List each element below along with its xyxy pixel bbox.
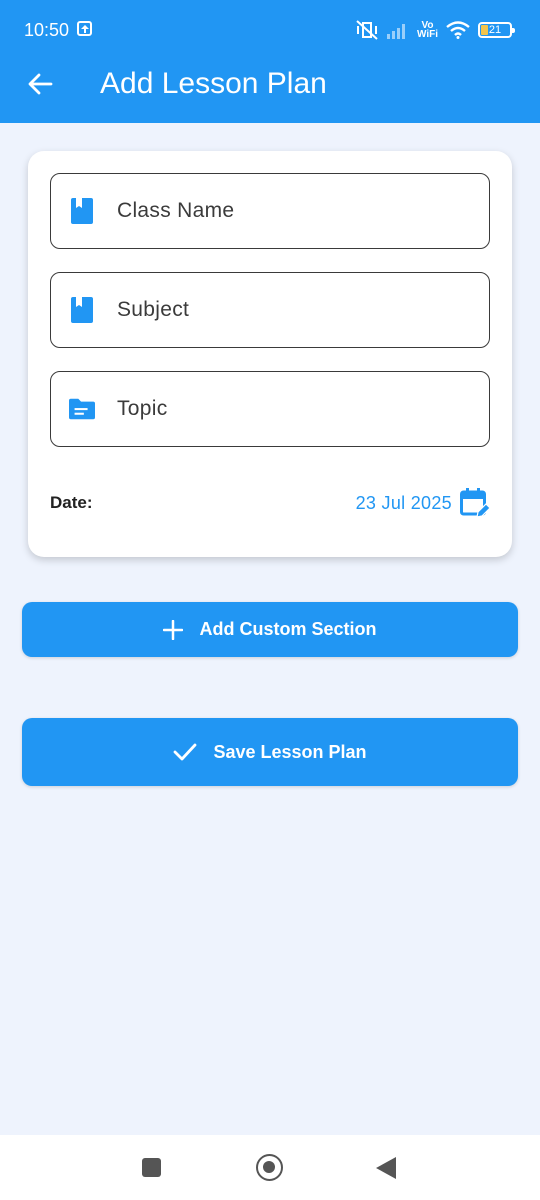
mute-vibrate-icon — [356, 20, 378, 40]
upload-notification-icon — [77, 21, 92, 36]
subject-input[interactable] — [117, 298, 457, 322]
book-icon — [69, 198, 95, 224]
save-lesson-plan-label: Save Lesson Plan — [213, 741, 367, 762]
wifi-icon — [446, 21, 470, 39]
status-bar: 10:50 Vo WiFi 21 — [0, 0, 540, 60]
vowifi-line2: WiFi — [416, 29, 438, 40]
app-bar: 10:50 Vo WiFi 21 Add Lesson Plan — [0, 0, 540, 123]
topic-field[interactable] — [50, 371, 490, 447]
add-custom-section-button[interactable]: Add Custom Section — [22, 602, 518, 657]
page-title: Add Lesson Plan — [100, 67, 327, 100]
class-name-input[interactable] — [117, 199, 457, 223]
calendar-edit-icon[interactable] — [460, 487, 491, 519]
status-icons: Vo WiFi 21 — [355, 18, 515, 42]
class-name-field[interactable] — [50, 173, 490, 249]
date-value[interactable]: 23 Jul 2025 — [356, 493, 452, 514]
battery-indicator: 21 — [478, 22, 515, 38]
lesson-form-card: Date: 23 Jul 2025 — [28, 151, 512, 557]
vowifi-indicator: Vo WiFi — [416, 21, 438, 40]
topic-input[interactable] — [117, 397, 457, 421]
book-icon — [69, 297, 95, 323]
back-button[interactable] — [22, 66, 58, 102]
home-icon[interactable] — [256, 1154, 283, 1181]
status-time: 10:50 — [24, 20, 70, 40]
signal-icon — [386, 24, 405, 39]
battery-level: 21 — [488, 24, 502, 36]
folder-icon — [69, 396, 95, 422]
recent-apps-icon[interactable] — [142, 1158, 161, 1177]
system-navigation-bar — [0, 1135, 540, 1200]
plus-icon — [163, 619, 184, 640]
date-label: Date: — [50, 493, 93, 512]
arrow-back-icon — [28, 73, 53, 95]
save-lesson-plan-button[interactable]: Save Lesson Plan — [22, 718, 518, 786]
subject-field[interactable] — [50, 272, 490, 348]
add-custom-section-label: Add Custom Section — [199, 619, 377, 639]
check-icon — [173, 742, 197, 762]
system-back-icon[interactable] — [376, 1157, 396, 1179]
